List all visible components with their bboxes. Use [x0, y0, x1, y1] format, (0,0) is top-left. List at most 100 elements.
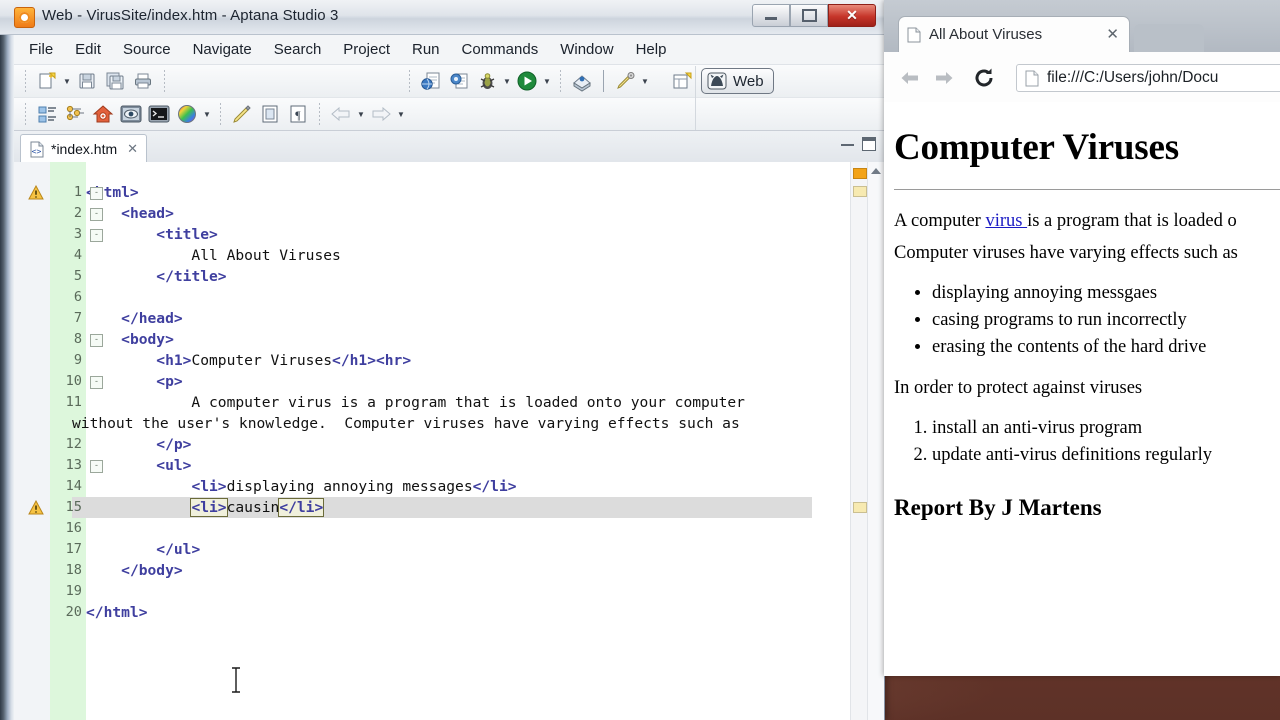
pilcrow-icon[interactable]: ¶: [285, 102, 311, 126]
code-line[interactable]: [72, 287, 812, 308]
fold-toggle[interactable]: -: [90, 334, 103, 347]
save-icon[interactable]: [74, 69, 100, 93]
highlighter-icon[interactable]: [229, 102, 255, 126]
forward-caret[interactable]: ▼: [395, 103, 407, 125]
menu-navigate[interactable]: Navigate: [182, 38, 263, 61]
run-icon[interactable]: [514, 69, 540, 93]
save-all-icon[interactable]: [102, 69, 128, 93]
pencil-caret[interactable]: ▼: [639, 70, 651, 92]
vertical-scrollbar[interactable]: [867, 162, 884, 720]
deploy-icon[interactable]: [569, 69, 595, 93]
new-file-icon[interactable]: [34, 69, 60, 93]
print-icon[interactable]: [130, 69, 156, 93]
code-line[interactable]: <li>causin</li>: [72, 497, 812, 518]
code-tag: </h1><hr>: [332, 352, 412, 369]
color-wheel-icon[interactable]: [174, 102, 200, 126]
error-marker[interactable]: [853, 168, 867, 179]
code-line[interactable]: [72, 581, 812, 602]
editor-tab-index-htm[interactable]: <> *index.htm ✕: [20, 134, 148, 163]
outline-view-icon[interactable]: [34, 102, 60, 126]
menu-file[interactable]: File: [18, 38, 64, 61]
code-line[interactable]: </html>: [72, 602, 812, 623]
menu-project[interactable]: Project: [332, 38, 401, 61]
close-button[interactable]: ✕: [828, 4, 876, 27]
code-line[interactable]: All About Viruses: [72, 245, 812, 266]
line-number: 10: [65, 373, 82, 389]
virus-link[interactable]: virus: [985, 211, 1027, 231]
code-tag: </body>: [121, 562, 183, 579]
warning-marker[interactable]: [853, 186, 867, 197]
maximize-button[interactable]: [790, 4, 828, 27]
preview-browser-icon[interactable]: [418, 69, 444, 93]
menu-window[interactable]: Window: [549, 38, 624, 61]
warning-marker[interactable]: [853, 502, 867, 513]
overview-ruler[interactable]: [850, 162, 868, 720]
code-editor[interactable]: <html> <head> <title> All About Viruses …: [14, 162, 884, 720]
annotation-ruler[interactable]: [14, 162, 51, 720]
menu-bar: File Edit Source Navigate Search Project…: [14, 35, 884, 65]
code-line[interactable]: </p>: [72, 434, 812, 455]
browser-back-button[interactable]: [898, 66, 922, 90]
color-caret[interactable]: ▼: [201, 103, 213, 125]
code-text: displaying annoying messages: [226, 478, 473, 495]
new-perspective-icon[interactable]: [668, 69, 694, 93]
code-line[interactable]: <ul>: [72, 455, 812, 476]
code-line[interactable]: [72, 518, 812, 539]
editor-minimize-button[interactable]: [841, 140, 854, 146]
menu-run[interactable]: Run: [401, 38, 451, 61]
web-perspective-button[interactable]: Web: [701, 68, 774, 94]
browser-tab-all-about-viruses[interactable]: All About Viruses ✕: [898, 16, 1130, 52]
browser-inactive-tab[interactable]: [1134, 24, 1204, 52]
fold-toggle[interactable]: -: [90, 460, 103, 473]
code-line[interactable]: </ul>: [72, 539, 812, 560]
editor-tab-close-icon[interactable]: ✕: [127, 141, 138, 157]
browser-tab-close-icon[interactable]: ✕: [1106, 25, 1119, 43]
code-text-area[interactable]: <html> <head> <title> All About Viruses …: [72, 162, 812, 720]
code-line[interactable]: <title>: [72, 224, 812, 245]
fold-toggle[interactable]: -: [90, 208, 103, 221]
fold-toggle[interactable]: -: [90, 376, 103, 389]
code-line[interactable]: <h1>Computer Viruses</h1><hr>: [72, 350, 812, 371]
debug-caret[interactable]: ▼: [501, 70, 513, 92]
terminal-icon[interactable]: [146, 102, 172, 126]
editor-tab-label: *index.htm: [51, 141, 118, 157]
browser-reload-button[interactable]: [972, 66, 996, 90]
pencil-tools-icon[interactable]: [612, 69, 638, 93]
warning-marker-icon[interactable]: [28, 499, 44, 516]
browser-address-bar[interactable]: file:///C:/Users/john/Docu: [1016, 64, 1280, 92]
code-line[interactable]: </title>: [72, 266, 812, 287]
code-line[interactable]: <body>: [72, 329, 812, 350]
menu-source[interactable]: Source: [112, 38, 182, 61]
warning-marker-icon[interactable]: [28, 184, 44, 201]
code-tag: </ul>: [156, 541, 201, 558]
preview-eye-icon[interactable]: [118, 102, 144, 126]
home-icon[interactable]: [90, 102, 116, 126]
menu-search[interactable]: Search: [263, 38, 333, 61]
code-line[interactable]: </head>: [72, 308, 812, 329]
scroll-up-arrow-icon[interactable]: [871, 168, 881, 174]
minimize-button[interactable]: [752, 4, 790, 27]
code-tag: <li>: [190, 498, 228, 517]
editor-maximize-button[interactable]: [862, 137, 876, 151]
menu-edit[interactable]: Edit: [64, 38, 112, 61]
menu-commands[interactable]: Commands: [451, 38, 550, 61]
menu-help[interactable]: Help: [625, 38, 678, 61]
browser-forward-button[interactable]: [932, 66, 956, 90]
code-line[interactable]: </body>: [72, 560, 812, 581]
code-line[interactable]: without the user's knowledge. Computer v…: [72, 413, 812, 434]
code-line[interactable]: <html>: [72, 182, 812, 203]
fold-toggle[interactable]: -: [90, 229, 103, 242]
run-caret[interactable]: ▼: [541, 70, 553, 92]
new-dropdown-caret[interactable]: ▼: [61, 70, 73, 92]
block-comment-icon[interactable]: [257, 102, 283, 126]
debug-bug-icon[interactable]: [474, 69, 500, 93]
code-line[interactable]: <li>displaying annoying messages</li>: [72, 476, 812, 497]
code-line[interactable]: <head>: [72, 203, 812, 224]
code-line[interactable]: <p>: [72, 371, 812, 392]
validate-icon[interactable]: [446, 69, 472, 93]
back-caret[interactable]: ▼: [355, 103, 367, 125]
code-line[interactable]: A computer virus is a program that is lo…: [72, 392, 812, 413]
page-paragraph-line2: Computer viruses have varying effects su…: [894, 243, 1238, 263]
hierarchy-view-icon[interactable]: [62, 102, 88, 126]
fold-toggle[interactable]: -: [90, 187, 103, 200]
